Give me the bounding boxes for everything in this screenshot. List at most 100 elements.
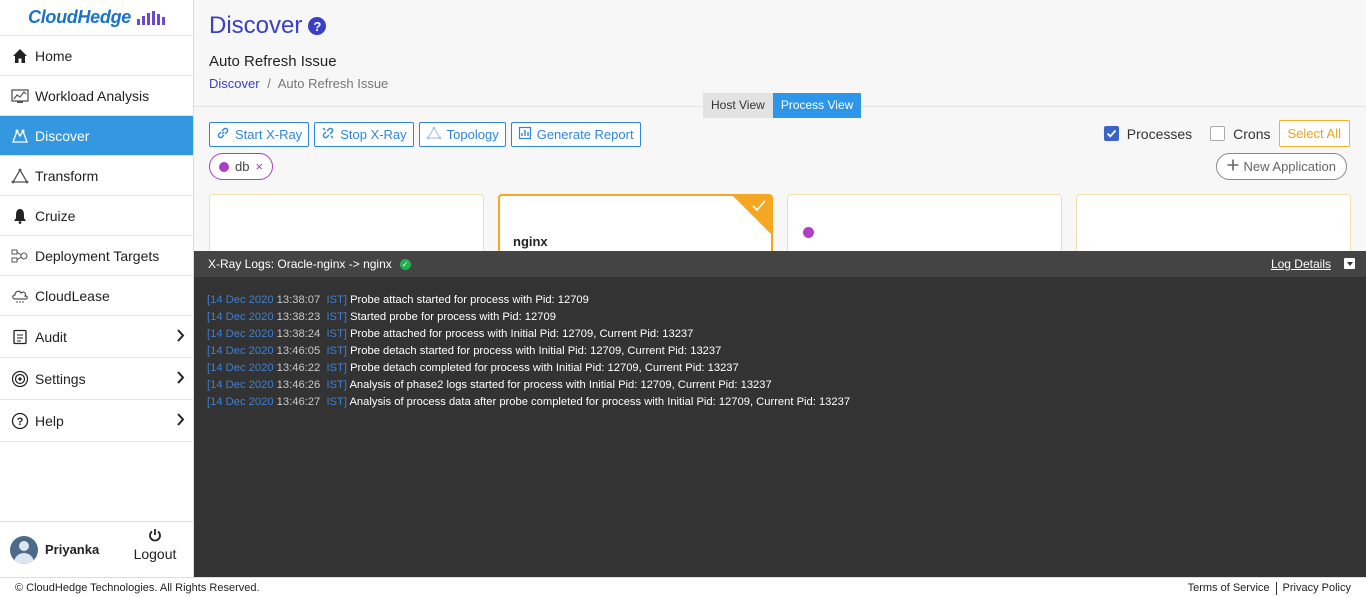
sidebar-item-settings[interactable]: Settings <box>0 358 193 400</box>
log-message: Analysis of phase2 logs started for proc… <box>349 379 772 391</box>
sidebar: CloudHedge Home Workload Analysis Discov… <box>0 0 194 577</box>
unlink-icon <box>321 126 335 143</box>
log-entry: [14 Dec 2020 13:46:22 IST] Probe detach … <box>207 360 1366 377</box>
breadcrumb-discover-link[interactable]: Discover <box>209 76 260 91</box>
log-timezone: IST] <box>326 345 347 357</box>
deployment-icon <box>11 247 29 265</box>
new-application-button[interactable]: New Application <box>1215 153 1347 180</box>
chevron-right-icon <box>176 370 185 387</box>
generate-report-button[interactable]: Generate Report <box>510 122 641 147</box>
help-circle-icon[interactable]: ? <box>308 17 327 35</box>
page-title-text: Discover <box>209 12 303 39</box>
sidebar-item-home[interactable]: Home <box>0 36 193 76</box>
log-time: 13:46:22 <box>276 362 321 374</box>
sidebar-item-label: Help <box>35 412 64 429</box>
sidebar-item-label: Transform <box>35 167 99 184</box>
log-date: [14 Dec 2020 <box>207 294 274 306</box>
log-time: 13:38:24 <box>276 328 321 340</box>
log-entry: [14 Dec 2020 13:46:05 IST] Probe detach … <box>207 343 1366 360</box>
help-icon: ? <box>11 412 29 430</box>
discover-icon <box>11 127 29 145</box>
xray-log-panel: X-Ray Logs: Oracle-nginx -> nginx ✓ Log … <box>194 251 1366 577</box>
log-panel-header: X-Ray Logs: Oracle-nginx -> nginx ✓ Log … <box>194 251 1366 277</box>
logout-button[interactable]: Logout <box>133 528 177 562</box>
settings-icon <box>11 370 29 388</box>
caret-down-icon[interactable] <box>1344 258 1355 269</box>
terms-of-service-link[interactable]: Terms of Service <box>1188 582 1270 595</box>
success-check-icon: ✓ <box>399 258 411 270</box>
host-view-button[interactable]: Host View <box>703 93 773 118</box>
user-box: Priyanka Logout <box>0 521 194 577</box>
select-all-button[interactable]: Select All <box>1278 120 1350 147</box>
sidebar-item-label: Audit <box>35 328 67 345</box>
cloudlease-icon <box>11 287 29 305</box>
stop-xray-button[interactable]: Stop X-Ray <box>314 122 414 147</box>
log-timezone: IST] <box>326 311 347 323</box>
copyright-text: © CloudHedge Technologies. All Rights Re… <box>15 582 260 594</box>
cruize-icon <box>11 207 29 225</box>
chip-remove-icon[interactable]: × <box>255 159 263 174</box>
log-time: 13:38:23 <box>276 311 321 323</box>
topology-button[interactable]: Topology <box>418 122 506 147</box>
sidebar-item-audit[interactable]: Audit <box>0 316 193 358</box>
card-title: nginx <box>513 234 548 249</box>
log-entry: [14 Dec 2020 13:46:26 IST] Analysis of p… <box>207 377 1366 394</box>
crons-checkbox[interactable] <box>1210 126 1226 141</box>
log-message: Probe detach completed for process with … <box>350 362 739 374</box>
log-entry: [14 Dec 2020 13:38:24 IST] Probe attache… <box>207 326 1366 343</box>
sidebar-item-workload-analysis[interactable]: Workload Analysis <box>0 76 193 116</box>
cloudhedge-logo[interactable]: CloudHedge <box>0 0 193 36</box>
chip-color-dot <box>219 161 229 172</box>
start-xray-button[interactable]: Start X-Ray <box>209 122 310 147</box>
sidebar-item-cruize[interactable]: Cruize <box>0 196 193 236</box>
page-subtitle: Auto Refresh Issue <box>209 53 337 70</box>
log-date: [14 Dec 2020 <box>207 345 274 357</box>
log-details-link[interactable]: Log Details <box>1271 257 1331 271</box>
start-xray-label: Start X-Ray <box>235 127 303 142</box>
log-date: [14 Dec 2020 <box>207 396 274 408</box>
log-time: 13:46:26 <box>276 379 321 391</box>
sidebar-item-help[interactable]: ? Help <box>0 400 193 442</box>
log-timezone: IST] <box>326 396 347 408</box>
brand-name: CloudHedge <box>28 7 131 27</box>
topology-label: Topology <box>446 127 499 142</box>
log-date: [14 Dec 2020 <box>207 362 274 374</box>
crons-label: Crons <box>1233 125 1271 142</box>
log-date: [14 Dec 2020 <box>207 328 274 340</box>
card-color-dot <box>803 227 814 238</box>
log-lines: [14 Dec 2020 13:38:07 IST] Probe attach … <box>194 277 1366 411</box>
log-message: Probe detach started for process with In… <box>350 345 722 357</box>
sidebar-item-discover[interactable]: Discover <box>0 116 193 156</box>
log-message: Started probe for process with Pid: 1270… <box>350 311 556 323</box>
privacy-policy-link[interactable]: Privacy Policy <box>1283 582 1351 595</box>
filter-chip-db[interactable]: db × <box>209 153 274 180</box>
page-title: Discover ? <box>209 12 327 40</box>
processes-checkbox[interactable] <box>1103 126 1119 141</box>
footer-separator <box>1275 582 1277 595</box>
log-entry: [14 Dec 2020 13:46:27 IST] Analysis of p… <box>207 394 1366 411</box>
avatar[interactable] <box>10 535 38 564</box>
processes-label: Processes <box>1126 125 1193 142</box>
sidebar-item-label: Discover <box>35 127 90 144</box>
topology-icon <box>426 126 442 143</box>
sidebar-item-label: Deployment Targets <box>35 247 160 264</box>
log-timezone: IST] <box>326 379 347 391</box>
view-toggle: Host View Process View <box>703 93 862 118</box>
toolbar: Start X-Ray Stop X-Ray Topology Generate… <box>209 122 641 147</box>
log-panel-title: X-Ray Logs: Oracle-nginx -> nginx <box>208 257 392 271</box>
audit-icon <box>11 328 29 346</box>
user-name: Priyanka <box>45 542 100 557</box>
log-time: 13:46:05 <box>276 345 321 357</box>
log-message: Probe attach started for process with Pi… <box>350 294 589 306</box>
chevron-right-icon <box>176 328 185 345</box>
footer: © CloudHedge Technologies. All Rights Re… <box>0 577 1366 597</box>
breadcrumb: Discover / Auto Refresh Issue <box>209 76 388 91</box>
sidebar-item-label: Home <box>35 47 73 64</box>
log-entry: [14 Dec 2020 13:38:07 IST] Probe attach … <box>207 292 1366 309</box>
sidebar-item-deployment-targets[interactable]: Deployment Targets <box>0 236 193 276</box>
log-message: Analysis of process data after probe com… <box>349 396 851 408</box>
process-view-button[interactable]: Process View <box>772 93 862 118</box>
sidebar-item-transform[interactable]: Transform <box>0 156 193 196</box>
svg-text:?: ? <box>17 416 24 428</box>
sidebar-item-cloudlease[interactable]: CloudLease <box>0 276 193 316</box>
